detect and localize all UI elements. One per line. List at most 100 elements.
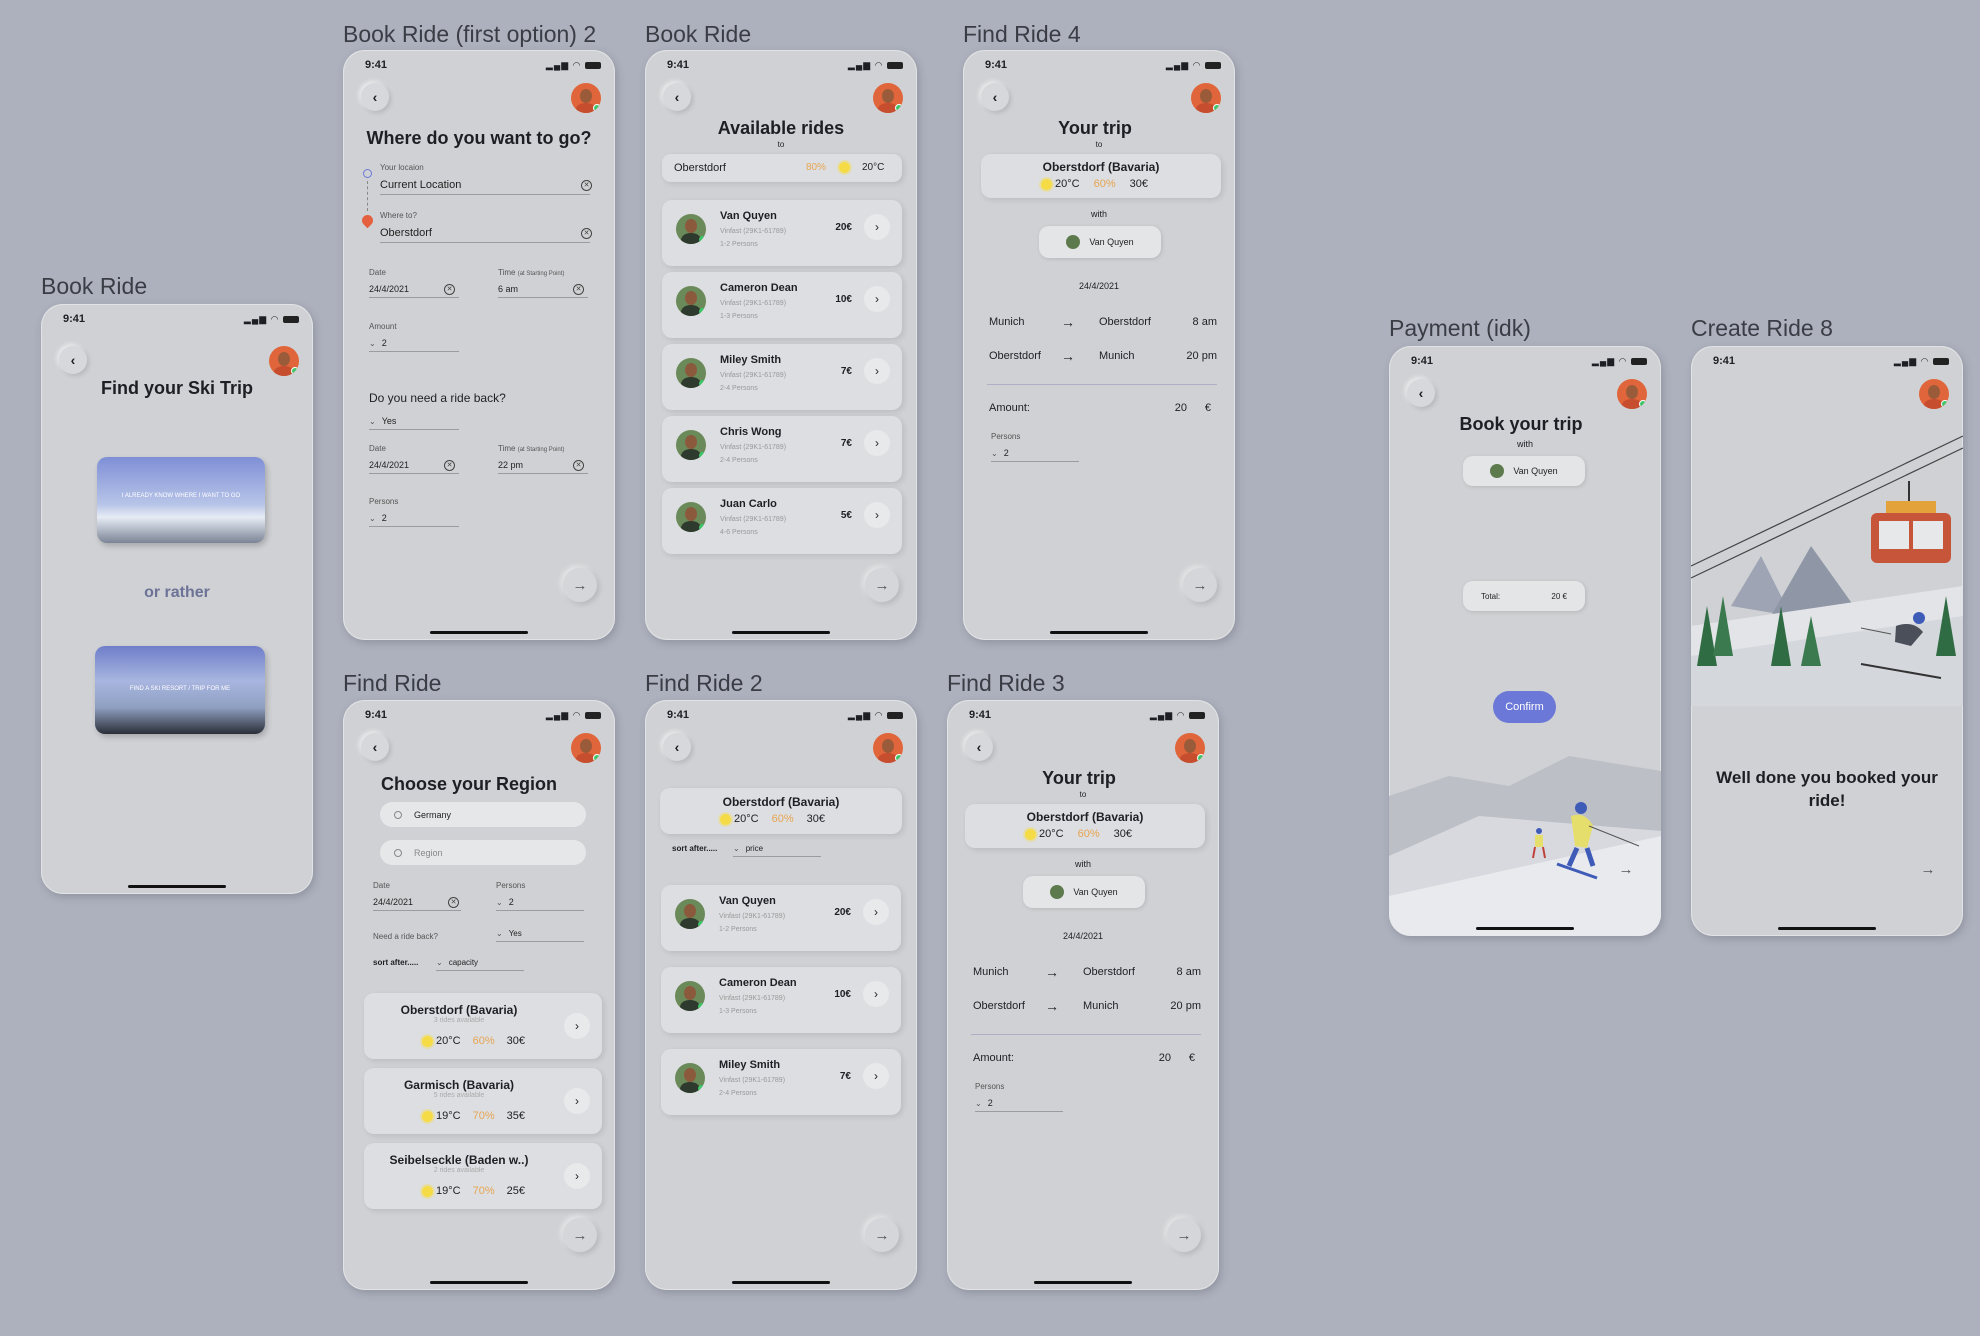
know-destination-card[interactable]: I ALREADY KNOW WHERE I WANT TO GO	[97, 457, 265, 543]
next-button[interactable]: →	[563, 1218, 597, 1252]
weather-row: 19°C 70% 25€	[422, 1185, 525, 1197]
route-line	[367, 181, 368, 211]
capacity-info: 4-6 Persons	[720, 529, 758, 536]
avatar[interactable]	[1191, 83, 1221, 113]
phone-find-ride-2: 9:41 ▂▄▆ ◠ ‹ Oberstdorf (Bavaria) 20°C 6…	[645, 700, 917, 1290]
open-ride-button[interactable]: ›	[863, 1063, 889, 1089]
region-card[interactable]: Oberstdorf (Bavaria) 3 rides available 20°…	[364, 993, 602, 1059]
back-button[interactable]: ‹	[965, 733, 993, 761]
online-indicator	[698, 921, 705, 928]
region-card[interactable]: Seibelseckle (Baden w..) 2 rides availabl…	[364, 1143, 602, 1209]
avatar[interactable]	[1617, 379, 1647, 409]
ride-card[interactable]: Miley Smith Vinfast (29K1-61789) 2-4 Perso…	[662, 344, 902, 410]
persons-select[interactable]: ⌄ 2	[991, 448, 1079, 462]
back-button[interactable]: ‹	[361, 733, 389, 761]
driver-avatar	[676, 286, 706, 316]
clear-icon[interactable]: ✕	[448, 897, 459, 908]
arrow-right-icon: →	[1045, 998, 1059, 1014]
ride-back-select[interactable]: ⌄ Yes	[496, 929, 584, 942]
temp-group: 19°C	[422, 1185, 461, 1197]
driver-pill[interactable]: Van Quyen	[1463, 456, 1585, 486]
open-region-button[interactable]: ›	[564, 1013, 590, 1039]
persons-select[interactable]: ⌄ 2	[975, 1098, 1063, 1112]
open-ride-button[interactable]: ›	[863, 981, 889, 1007]
clear-icon[interactable]: ✕	[581, 228, 592, 239]
open-ride-button[interactable]: ›	[863, 899, 889, 925]
search-icon	[394, 848, 402, 857]
ride-card[interactable]: Miley Smith Vinfast (29K1-61789) 2-4 Perso…	[661, 1049, 901, 1115]
destination-card[interactable]: Oberstdorf (Bavaria) 20°C 60% 30€	[660, 788, 902, 834]
next-button[interactable]: →	[865, 568, 899, 602]
open-ride-button[interactable]: ›	[864, 286, 890, 312]
next-button[interactable]: →	[563, 568, 597, 602]
persons-select[interactable]: ⌄ 2	[369, 513, 459, 527]
ride-price: 10€	[834, 989, 851, 1000]
online-indicator	[698, 1085, 705, 1092]
region-card[interactable]: Garmisch (Bavaria) 5 rides available 19°C 7…	[364, 1068, 602, 1134]
find-resort-card[interactable]: FIND A SKI RESORT / TRIP FOR ME	[95, 646, 265, 734]
country-search-input[interactable]: Germany	[380, 802, 586, 827]
open-ride-button[interactable]: ›	[864, 430, 890, 456]
capacity-info: 1-2 Persons	[719, 926, 757, 933]
avatar[interactable]	[571, 733, 601, 763]
ride-card[interactable]: Juan Carlo Vinfast (29K1-61789) 4-6 Person…	[662, 488, 902, 554]
online-indicator	[699, 380, 706, 387]
destination-card[interactable]: Oberstdorf (Bavaria) 20°C 60% 30€	[981, 154, 1221, 198]
clear-icon[interactable]: ✕	[444, 284, 455, 295]
ride-card[interactable]: Chris Wong Vinfast (29K1-61789) 2-4 Person…	[662, 416, 902, 482]
clear-icon[interactable]: ✕	[573, 284, 584, 295]
avatar[interactable]	[873, 83, 903, 113]
back-button[interactable]: ‹	[59, 346, 87, 374]
search-placeholder: Region	[414, 847, 443, 858]
ride-card[interactable]: Cameron Dean Vinfast (29K1-61789) 1-3 Pers…	[661, 967, 901, 1033]
car-info: Vinfast (29K1-61789)	[720, 300, 787, 307]
back-button[interactable]: ‹	[663, 83, 691, 111]
avatar[interactable]	[571, 83, 601, 113]
driver-name: Juan Carlo	[720, 498, 777, 510]
weather-row: 20°C 60% 30€	[720, 813, 825, 825]
next-button[interactable]: →	[1911, 852, 1945, 886]
destination-card[interactable]: Oberstdorf (Bavaria) 20°C 60% 30€	[965, 804, 1205, 848]
avatar[interactable]	[873, 733, 903, 763]
driver-avatar	[676, 502, 706, 532]
clear-icon[interactable]: ✕	[581, 180, 592, 191]
capacity-info: 2-4 Persons	[720, 385, 758, 392]
sort-select[interactable]: ⌄ capacity	[436, 958, 524, 971]
ride-card[interactable]: Van Quyen Vinfast (29K1-61789) 1-2 Persons…	[662, 200, 902, 266]
total-value: 20 €	[1551, 591, 1567, 601]
open-ride-button[interactable]: ›	[864, 502, 890, 528]
sort-select[interactable]: ⌄ price	[733, 844, 821, 857]
open-region-button[interactable]: ›	[564, 1088, 590, 1114]
open-ride-button[interactable]: ›	[864, 214, 890, 240]
next-button[interactable]: →	[1183, 568, 1217, 602]
next-button[interactable]: →	[1167, 1218, 1201, 1252]
confirm-button[interactable]: Confirm	[1493, 691, 1556, 723]
destination-bar[interactable]: Oberstdorf 80% 20°C	[662, 154, 902, 182]
driver-pill[interactable]: Van Quyen	[1023, 876, 1145, 908]
rides-available: 3 rides available	[433, 1017, 485, 1024]
back-button[interactable]: ‹	[981, 83, 1009, 111]
open-ride-button[interactable]: ›	[864, 358, 890, 384]
avatar[interactable]	[1175, 733, 1205, 763]
next-button[interactable]: →	[865, 1218, 899, 1252]
ride-back-question: Do you need a ride back?	[369, 391, 506, 405]
next-button[interactable]: →	[1609, 852, 1643, 886]
destination-field[interactable]: Oberstdorf	[380, 227, 590, 243]
amount-select[interactable]: ⌄ 2	[369, 338, 459, 352]
map-pin-icon	[359, 212, 376, 229]
avatar[interactable]	[1919, 379, 1949, 409]
ride-card[interactable]: Van Quyen Vinfast (29K1-61789) 1-2 Persons…	[661, 885, 901, 951]
driver-pill[interactable]: Van Quyen	[1039, 226, 1161, 258]
ride-back-select[interactable]: ⌄ Yes	[369, 416, 459, 430]
open-region-button[interactable]: ›	[564, 1163, 590, 1189]
back-button[interactable]: ‹	[663, 733, 691, 761]
ride-card[interactable]: Cameron Dean Vinfast (29K1-61789) 1-3 Pers…	[662, 272, 902, 338]
location-field[interactable]: Current Location	[380, 179, 590, 195]
avatar[interactable]	[269, 346, 299, 376]
region-search-input[interactable]: Region	[380, 840, 586, 865]
back-button[interactable]: ‹	[361, 83, 389, 111]
persons-select[interactable]: ⌄ 2	[496, 897, 584, 911]
clear-icon[interactable]: ✕	[573, 460, 584, 471]
back-button[interactable]: ‹	[1407, 379, 1435, 407]
clear-icon[interactable]: ✕	[444, 460, 455, 471]
